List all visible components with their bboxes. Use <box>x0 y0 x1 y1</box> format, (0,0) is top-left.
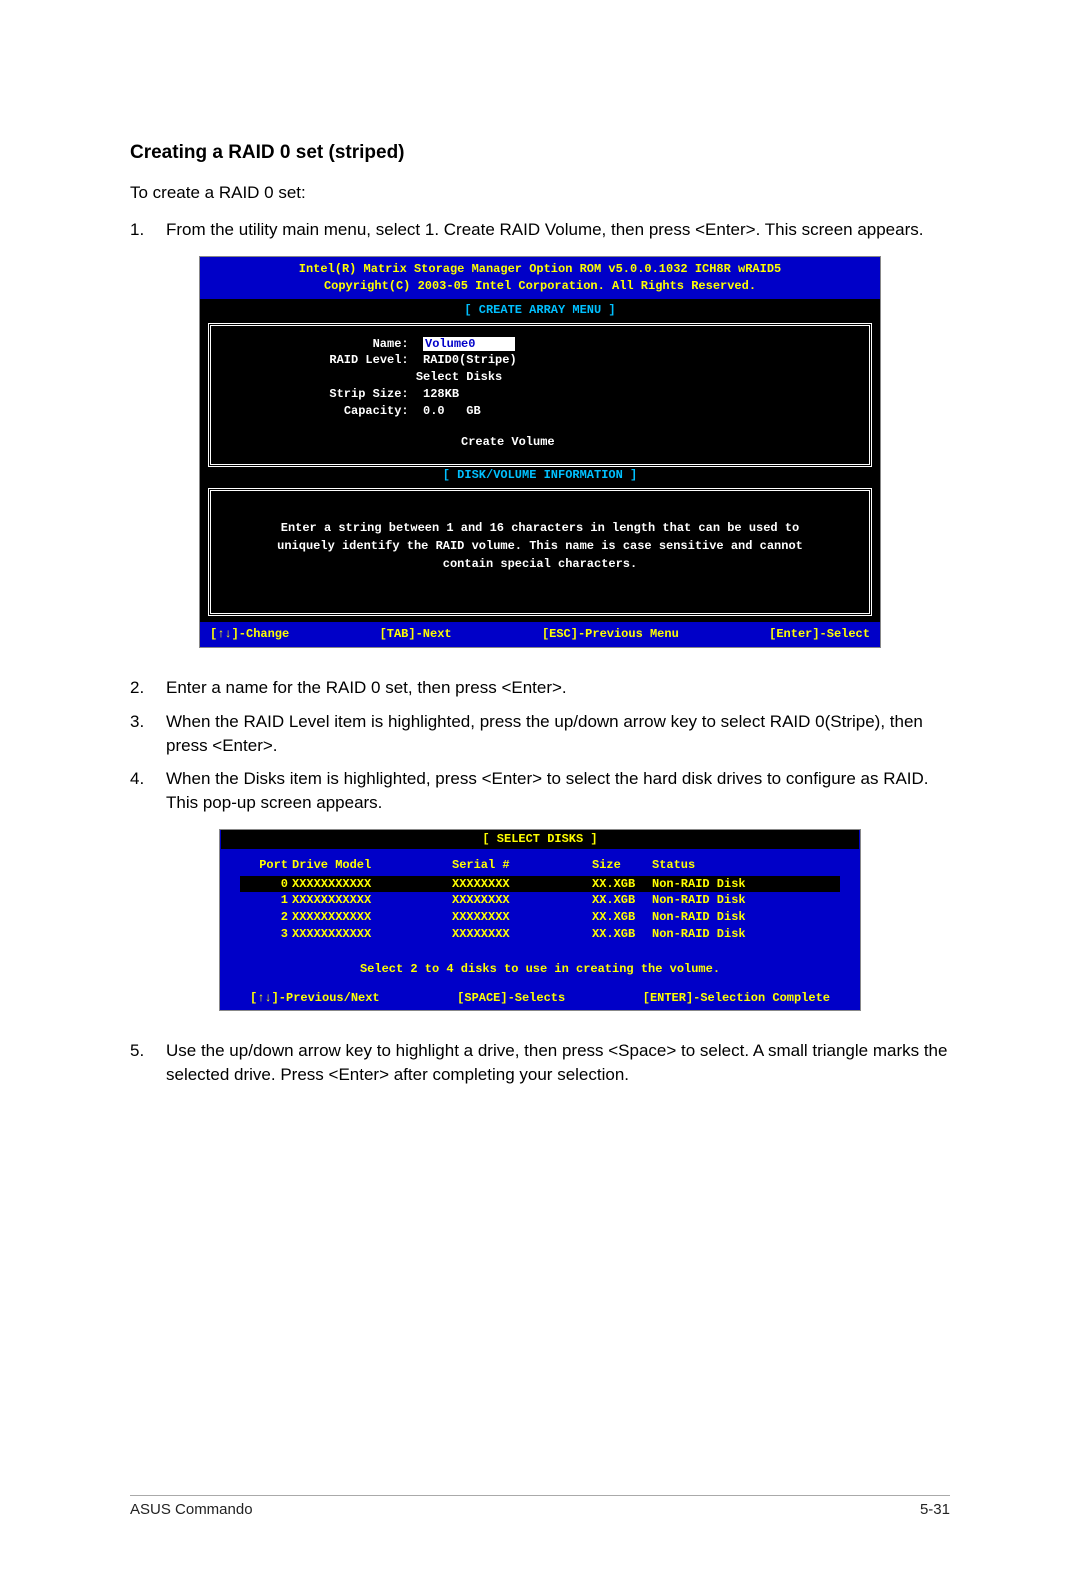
strip-size-label: Strip Size: <box>329 387 408 401</box>
step-text: Use the up/down arrow key to highlight a… <box>166 1039 950 1087</box>
step-5: 5. Use the up/down arrow key to highligh… <box>130 1039 950 1087</box>
bios-header-line2: Copyright(C) 2003-05 Intel Corporation. … <box>206 278 874 295</box>
bios-body: [ CREATE ARRAY MENU ] Name: Volume0 RAID… <box>200 299 880 622</box>
step-1: 1. From the utility main menu, select 1.… <box>130 218 950 242</box>
cell-status: Non-RAID Disk <box>652 892 792 909</box>
select-disks-instruction: Select 2 to 4 disks to use in creating t… <box>240 961 840 978</box>
select-disks-body: Port Drive Model Serial # Size Status 0 … <box>220 849 860 990</box>
intro-text: To create a RAID 0 set: <box>130 181 950 205</box>
field-raid-level: RAID Level: RAID0(Stripe) <box>315 352 855 369</box>
step-number: 2. <box>130 676 166 700</box>
step-number: 5. <box>130 1039 166 1087</box>
bios-header: Intel(R) Matrix Storage Manager Option R… <box>200 257 880 299</box>
cell-model: XXXXXXXXXXX <box>292 909 452 926</box>
disk-volume-info-title: [ DISK/VOLUME INFORMATION ] <box>208 467 872 484</box>
bios-header-line1: Intel(R) Matrix Storage Manager Option R… <box>206 261 874 278</box>
col-serial: Serial # <box>452 857 592 874</box>
bios-footer: [↑↓]-Change [TAB]-Next [ESC]-Previous Me… <box>200 622 880 647</box>
select-disks-title: [ SELECT DISKS ] <box>221 830 859 849</box>
page-footer: ASUS Commando 5-31 <box>130 1499 950 1520</box>
cell-port: 3 <box>240 926 292 943</box>
cell-model: XXXXXXXXXXX <box>292 892 452 909</box>
raid-level-value[interactable]: RAID0(Stripe) <box>423 353 517 367</box>
field-name: Name: Volume0 <box>315 336 855 353</box>
step-3: 3. When the RAID Level item is highlight… <box>130 710 950 758</box>
step-2: 2. Enter a name for the RAID 0 set, then… <box>130 676 950 700</box>
disk-table-header: Port Drive Model Serial # Size Status <box>240 857 840 874</box>
footer-product: ASUS Commando <box>130 1499 253 1520</box>
disk-row-3[interactable]: 3 XXXXXXXXXXX XXXXXXXX XX.XGB Non-RAID D… <box>240 926 840 943</box>
footer-page-number: 5-31 <box>920 1499 950 1520</box>
footer-divider <box>130 1495 950 1496</box>
field-strip-size: Strip Size: 128KB <box>315 386 855 403</box>
cell-serial: XXXXXXXX <box>452 926 592 943</box>
cell-port: 2 <box>240 909 292 926</box>
step-text: From the utility main menu, select 1. Cr… <box>166 218 950 242</box>
col-port: Port <box>240 857 292 874</box>
col-size: Size <box>592 857 652 874</box>
cell-serial: XXXXXXXX <box>452 892 592 909</box>
hint-change: [↑↓]-Change <box>210 626 289 643</box>
section-heading: Creating a RAID 0 set (striped) <box>130 140 950 167</box>
step-number: 3. <box>130 710 166 758</box>
hint-prev-next: [↑↓]-Previous/Next <box>250 990 380 1007</box>
select-disks-label: Select Disks <box>416 370 502 384</box>
step-text: Enter a name for the RAID 0 set, then pr… <box>166 676 950 700</box>
field-capacity: Capacity: 0.0 GB <box>315 403 855 420</box>
create-array-menu-title: [ CREATE ARRAY MENU ] <box>208 302 872 319</box>
field-select-disks[interactable]: Select Disks <box>315 369 855 386</box>
disk-row-2[interactable]: 2 XXXXXXXXXXX XXXXXXXX XX.XGB Non-RAID D… <box>240 909 840 926</box>
cell-size: XX.XGB <box>592 926 652 943</box>
cell-serial: XXXXXXXX <box>452 909 592 926</box>
step-text: When the RAID Level item is highlighted,… <box>166 710 950 758</box>
cell-port: 1 <box>240 892 292 909</box>
col-drive-model: Drive Model <box>292 857 452 874</box>
cell-status: Non-RAID Disk <box>652 926 792 943</box>
cell-status: Non-RAID Disk <box>652 876 792 893</box>
cell-size: XX.XGB <box>592 892 652 909</box>
hint-esc-previous: [ESC]-Previous Menu <box>542 626 679 643</box>
hint-enter-complete: [ENTER]-Selection Complete <box>643 990 830 1007</box>
cell-size: XX.XGB <box>592 876 652 893</box>
step-4: 4. When the Disks item is highlighted, p… <box>130 767 950 815</box>
col-status: Status <box>652 857 792 874</box>
capacity-label: Capacity: <box>344 404 409 418</box>
raid-level-label: RAID Level: <box>329 353 408 367</box>
cell-model: XXXXXXXXXXX <box>292 876 452 893</box>
capacity-value: 0.0 GB <box>423 404 481 418</box>
disk-row-1[interactable]: 1 XXXXXXXXXXX XXXXXXXX XX.XGB Non-RAID D… <box>240 892 840 909</box>
step-number: 4. <box>130 767 166 815</box>
cell-status: Non-RAID Disk <box>652 909 792 926</box>
bios-fields-box: Name: Volume0 RAID Level: RAID0(Stripe) … <box>208 323 872 468</box>
cell-port: 0 <box>240 876 292 893</box>
bios-select-disks-screen: [ SELECT DISKS ] Port Drive Model Serial… <box>219 829 861 1011</box>
document-page: Creating a RAID 0 set (striped) To creat… <box>0 0 1080 1590</box>
name-input[interactable]: Volume0 <box>423 337 515 351</box>
bios-info-text: Enter a string between 1 and 16 characte… <box>277 521 803 571</box>
create-volume-button[interactable]: Create Volume <box>461 434 855 451</box>
name-label: Name: <box>373 337 409 351</box>
cell-size: XX.XGB <box>592 909 652 926</box>
bios-create-array-screen: Intel(R) Matrix Storage Manager Option R… <box>199 256 881 648</box>
select-disks-footer: [↑↓]-Previous/Next [SPACE]-Selects [ENTE… <box>220 990 860 1011</box>
cell-serial: XXXXXXXX <box>452 876 592 893</box>
bios-info-box: Enter a string between 1 and 16 characte… <box>208 488 872 616</box>
cell-model: XXXXXXXXXXX <box>292 926 452 943</box>
step-number: 1. <box>130 218 166 242</box>
disk-row-0[interactable]: 0 XXXXXXXXXXX XXXXXXXX XX.XGB Non-RAID D… <box>240 876 840 893</box>
hint-enter-select: [Enter]-Select <box>769 626 870 643</box>
hint-tab-next: [TAB]-Next <box>380 626 452 643</box>
hint-space-selects: [SPACE]-Selects <box>457 990 565 1007</box>
step-text: When the Disks item is highlighted, pres… <box>166 767 950 815</box>
strip-size-value[interactable]: 128KB <box>423 387 459 401</box>
